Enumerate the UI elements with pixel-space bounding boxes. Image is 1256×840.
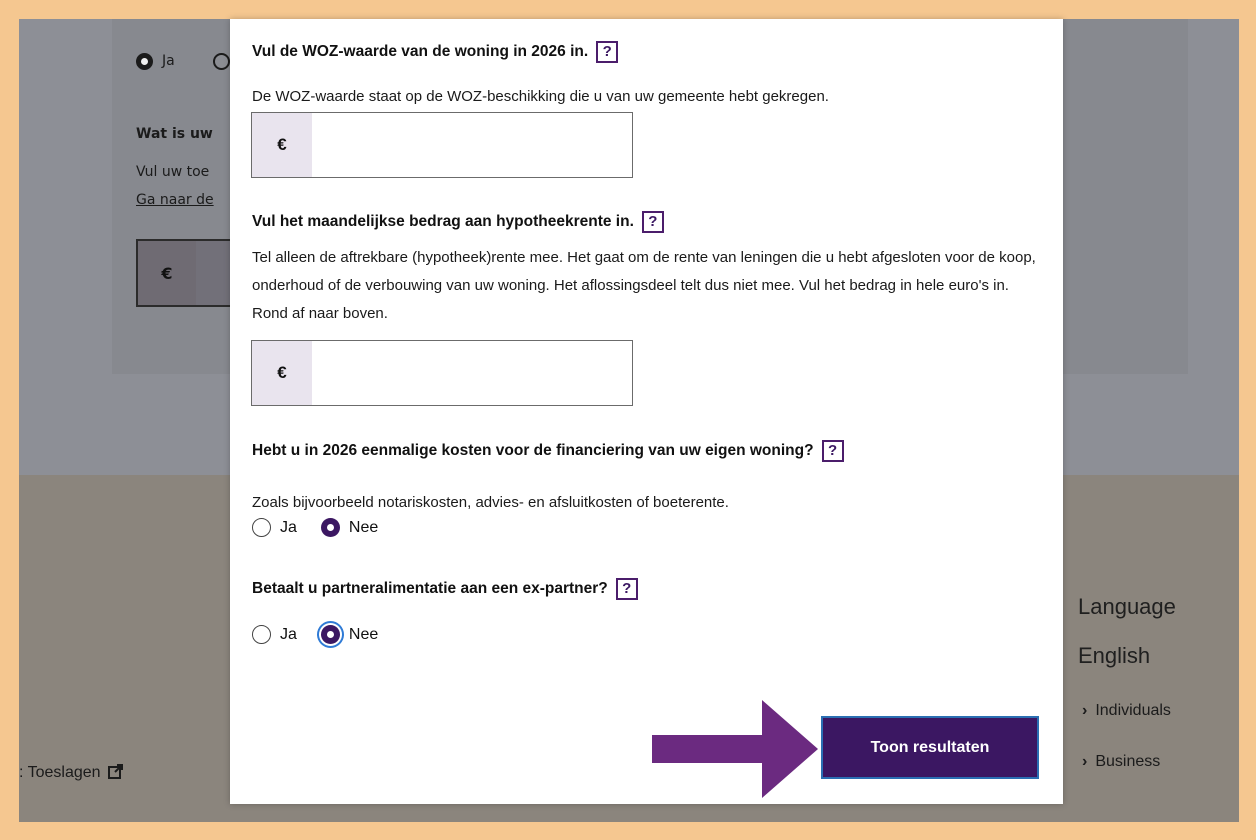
footer-link-label: Business	[1095, 753, 1161, 770]
background-radio-label: Ja	[162, 53, 175, 69]
background-radio-nee	[213, 53, 230, 70]
costs-radio-nee[interactable]	[320, 518, 340, 537]
alimony-radio-group: Ja Nee	[252, 625, 402, 644]
costs-help-button[interactable]: ?	[821, 440, 844, 462]
alimony-radio-nee[interactable]	[320, 625, 340, 644]
chevron-right-icon: ›	[1082, 702, 1088, 719]
woz-question-title: Vul de WOZ-waarde van de woning in 2026 …	[252, 43, 589, 61]
costs-description: Zoals bijvoorbeeld notariskosten, advies…	[252, 494, 729, 511]
language-link-english[interactable]: English	[1078, 643, 1150, 669]
language-heading: Language	[1078, 594, 1176, 619]
alimony-question: Betaalt u partneralimentatie aan een ex-…	[252, 578, 638, 600]
woz-description: De WOZ-waarde staat op de WOZ-beschikkin…	[252, 88, 829, 105]
calculator-dialog: Vul de WOZ-waarde van de woning in 2026 …	[230, 19, 1063, 804]
interest-description: Tel alleen de aftrekbare (hypotheek)rent…	[252, 249, 1036, 322]
alimony-radio-nee-label[interactable]: Nee	[349, 626, 378, 644]
external-link-icon	[108, 764, 123, 779]
costs-radio-group: Ja Nee	[252, 518, 402, 537]
costs-question: Hebt u in 2026 eenmalige kosten voor de …	[252, 440, 844, 462]
background-link: Ga naar de	[136, 192, 214, 208]
background-question: Wat is uw	[136, 126, 213, 142]
interest-question: Vul het maandelijkse bedrag aan hypothee…	[252, 211, 664, 233]
euro-prefix: €	[252, 113, 312, 177]
costs-radio-ja[interactable]	[252, 518, 271, 537]
footer-link-individuals[interactable]: › Individuals	[1082, 702, 1171, 720]
background-currency: €	[138, 241, 196, 305]
background-description: Vul uw toe	[136, 164, 210, 180]
euro-prefix: €	[252, 341, 312, 405]
woz-question: Vul de WOZ-waarde van de woning in 2026 …	[252, 41, 619, 63]
show-results-button[interactable]: Toon resultaten	[821, 716, 1039, 779]
footer-link-toeslagen[interactable]: : Toeslagen	[19, 763, 124, 782]
alimony-radio-ja[interactable]	[252, 625, 271, 644]
footer-link-label: : Toeslagen	[19, 764, 101, 781]
woz-amount-field: €	[251, 112, 633, 178]
costs-radio-ja-label[interactable]: Ja	[280, 519, 297, 537]
alimony-question-title: Betaalt u partneralimentatie aan een ex-…	[252, 580, 608, 598]
alimony-radio-ja-label[interactable]: Ja	[280, 626, 297, 644]
woz-amount-input[interactable]	[312, 113, 632, 177]
interest-question-title: Vul het maandelijkse bedrag aan hypothee…	[252, 213, 634, 231]
interest-amount-input[interactable]	[312, 341, 632, 405]
interest-amount-field: €	[251, 340, 633, 406]
alimony-help-button[interactable]: ?	[615, 578, 638, 600]
background-radio-ja	[136, 53, 153, 70]
costs-question-title: Hebt u in 2026 eenmalige kosten voor de …	[252, 442, 814, 460]
footer-link-business[interactable]: › Business	[1082, 753, 1160, 771]
chevron-right-icon: ›	[1082, 753, 1088, 770]
interest-help-button[interactable]: ?	[641, 211, 664, 233]
costs-radio-nee-label[interactable]: Nee	[349, 519, 378, 537]
woz-help-button[interactable]: ?	[596, 41, 619, 63]
footer-link-label: Individuals	[1095, 702, 1171, 719]
pointer-arrow-icon	[652, 700, 818, 798]
